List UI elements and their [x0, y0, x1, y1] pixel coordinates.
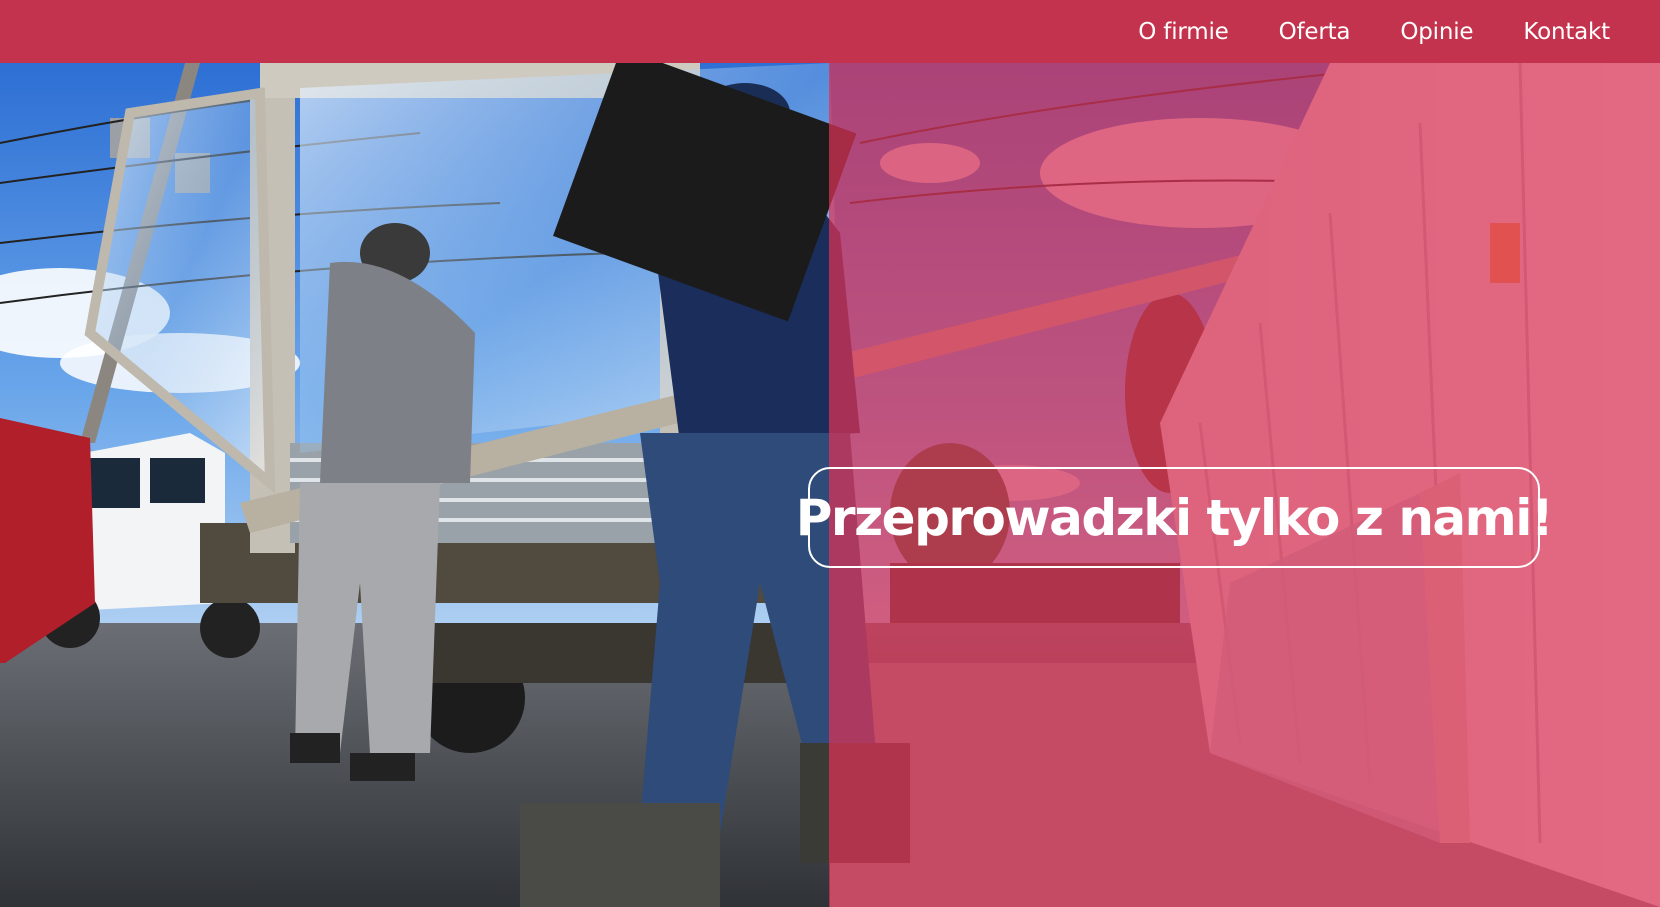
hero-section: Przeprowadzki tylko z nami!: [0, 63, 1660, 907]
hero-headline: Przeprowadzki tylko z nami!: [795, 488, 1554, 547]
hero-headline-frame: Przeprowadzki tylko z nami!: [796, 467, 1554, 568]
nav-link-kontakt[interactable]: Kontakt: [1523, 19, 1610, 45]
main-menu: O firmie Oferta Opinie Kontakt: [1088, 0, 1610, 63]
nav-link-o-firmie[interactable]: O firmie: [1138, 19, 1229, 45]
top-navigation-bar: O firmie Oferta Opinie Kontakt: [0, 0, 1660, 63]
nav-link-opinie[interactable]: Opinie: [1400, 19, 1473, 45]
nav-link-oferta[interactable]: Oferta: [1279, 19, 1351, 45]
